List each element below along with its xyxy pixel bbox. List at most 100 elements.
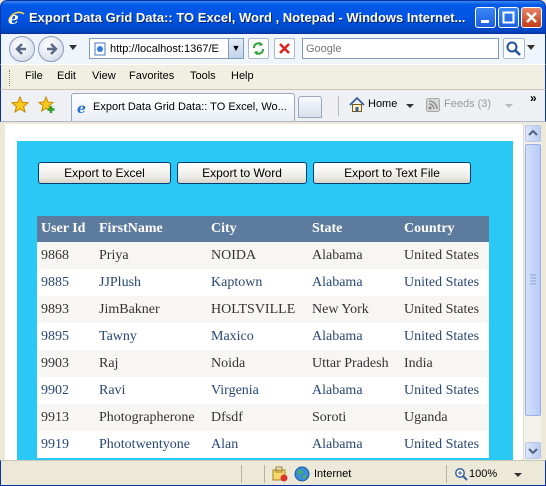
menu-edit[interactable]: Edit [57,70,76,82]
status-divider [446,465,447,483]
cell-state: Uttar Pradesh [308,350,400,377]
maximize-icon [502,11,515,24]
menu-view[interactable]: View [92,70,116,82]
cell-firstname: Priya [95,242,207,269]
cell-userid: 9903 [37,350,95,377]
minimize-icon [481,20,489,23]
internet-zone-icon [294,466,310,482]
scroll-down-button[interactable] [525,442,541,459]
search-box[interactable] [302,38,499,59]
address-input[interactable] [110,41,225,56]
cell-country: United States [400,296,489,323]
cell-country: United States [400,269,489,296]
toolbar-grip [9,70,11,86]
search-button[interactable] [503,38,525,59]
page-viewport: Export to Excel Export to Word Export to… [5,124,523,460]
column-header-userid[interactable]: User Id [37,216,95,242]
more-tools-chevron[interactable]: » [530,91,537,105]
cell-country: United States [400,323,489,350]
search-dropdown-icon[interactable] [527,45,535,50]
ie-page-icon: e [77,101,86,115]
cell-firstname: JimBakner [95,296,207,323]
stop-icon [279,43,290,54]
history-dropdown-icon[interactable] [69,45,77,50]
cell-state: New York [308,296,400,323]
table-row: 9895 Tawny Maxico Alabama United States [37,323,489,350]
address-dropdown-icon[interactable]: ▼ [228,39,243,58]
maximize-button[interactable] [498,7,519,28]
cell-country: Uganda [400,404,489,431]
cell-state: Alabama [308,377,400,404]
title-bar: e Export Data Grid Data:: TO Excel, Word… [0,0,546,34]
cell-city: Alan [207,431,308,458]
home-button[interactable]: Home [346,96,418,116]
column-header-state[interactable]: State [308,216,400,242]
cell-userid: 9902 [37,377,95,404]
close-icon [526,12,537,23]
data-grid: User Id FirstName City State Country 986… [37,216,489,458]
cell-firstname: JJPlush [95,269,207,296]
window-title: Export Data Grid Data:: TO Excel, Word ,… [29,10,466,25]
cell-city: Maxico [207,323,308,350]
zoom-dropdown-icon[interactable] [514,473,522,477]
cell-firstname: Phototwentyone [95,431,207,458]
cell-state: Alabama [308,242,400,269]
toolbar-divider [338,96,339,116]
vertical-scrollbar[interactable] [523,124,541,460]
cell-firstname: Raj [95,350,207,377]
menu-help[interactable]: Help [231,70,254,82]
add-favorite-icon[interactable] [38,96,56,114]
home-dropdown-icon[interactable] [406,104,414,108]
menu-favorites[interactable]: Favorites [129,70,174,82]
menu-tools[interactable]: Tools [190,70,216,82]
forward-button[interactable] [38,36,64,62]
cell-city: NOIDA [207,242,308,269]
column-header-firstname[interactable]: FirstName [95,216,207,242]
content-panel: Export to Excel Export to Word Export to… [17,141,513,460]
cell-userid: 9885 [37,269,95,296]
ie-logo-icon: e [8,9,25,27]
cell-country: India [400,350,489,377]
tab-bar: e Export Data Grid Data:: TO Excel, Wo..… [0,90,546,122]
cell-state: Soroti [308,404,400,431]
menu-file[interactable]: File [25,70,43,82]
grid-header-row: User Id FirstName City State Country [37,216,489,242]
scroll-thumb[interactable] [525,144,541,416]
search-input[interactable] [306,41,491,56]
zoom-level[interactable]: 100% [469,468,497,480]
minimize-button[interactable] [475,7,496,28]
cell-city: Kaptown [207,269,308,296]
close-button[interactable] [521,7,542,28]
table-row: 9893 JimBakner HOLTSVILLE New York Unite… [37,296,489,323]
table-row: 9913 Photographerone Dfsdf Soroti Uganda [37,404,489,431]
back-button[interactable] [9,36,35,62]
table-row: 9903 Raj Noida Uttar Pradesh India [37,350,489,377]
forward-arrow-icon [47,43,58,55]
scroll-up-button[interactable] [525,125,541,142]
export-word-button[interactable]: Export to Word [177,162,307,184]
cell-country: United States [400,242,489,269]
cell-city: HOLTSVILLE [207,296,308,323]
favorites-star-icon[interactable] [11,96,29,114]
cell-userid: 9913 [37,404,95,431]
feeds-button[interactable]: Feeds (3) [425,96,515,116]
tab-active[interactable]: e Export Data Grid Data:: TO Excel, Wo..… [71,93,295,121]
feeds-dropdown-icon[interactable] [505,104,513,108]
table-row: 9885 JJPlush Kaptown Alabama United Stat… [37,269,489,296]
refresh-icon [253,42,264,55]
grip-icon [530,274,536,285]
new-tab-button[interactable] [298,96,322,118]
export-text-button[interactable]: Export to Text File [313,162,471,184]
cell-firstname: Ravi [95,377,207,404]
address-bar[interactable]: ▼ [89,38,244,59]
status-bar: Internet 100% [0,460,546,486]
protected-mode-icon[interactable] [271,466,289,482]
cell-state: Alabama [308,269,400,296]
refresh-button[interactable] [248,38,269,59]
export-excel-button[interactable]: Export to Excel [38,162,171,184]
home-label: Home [368,98,398,110]
security-zone-label: Internet [314,468,352,480]
stop-button[interactable] [274,38,295,59]
column-header-country[interactable]: Country [400,216,489,242]
column-header-city[interactable]: City [207,216,308,242]
